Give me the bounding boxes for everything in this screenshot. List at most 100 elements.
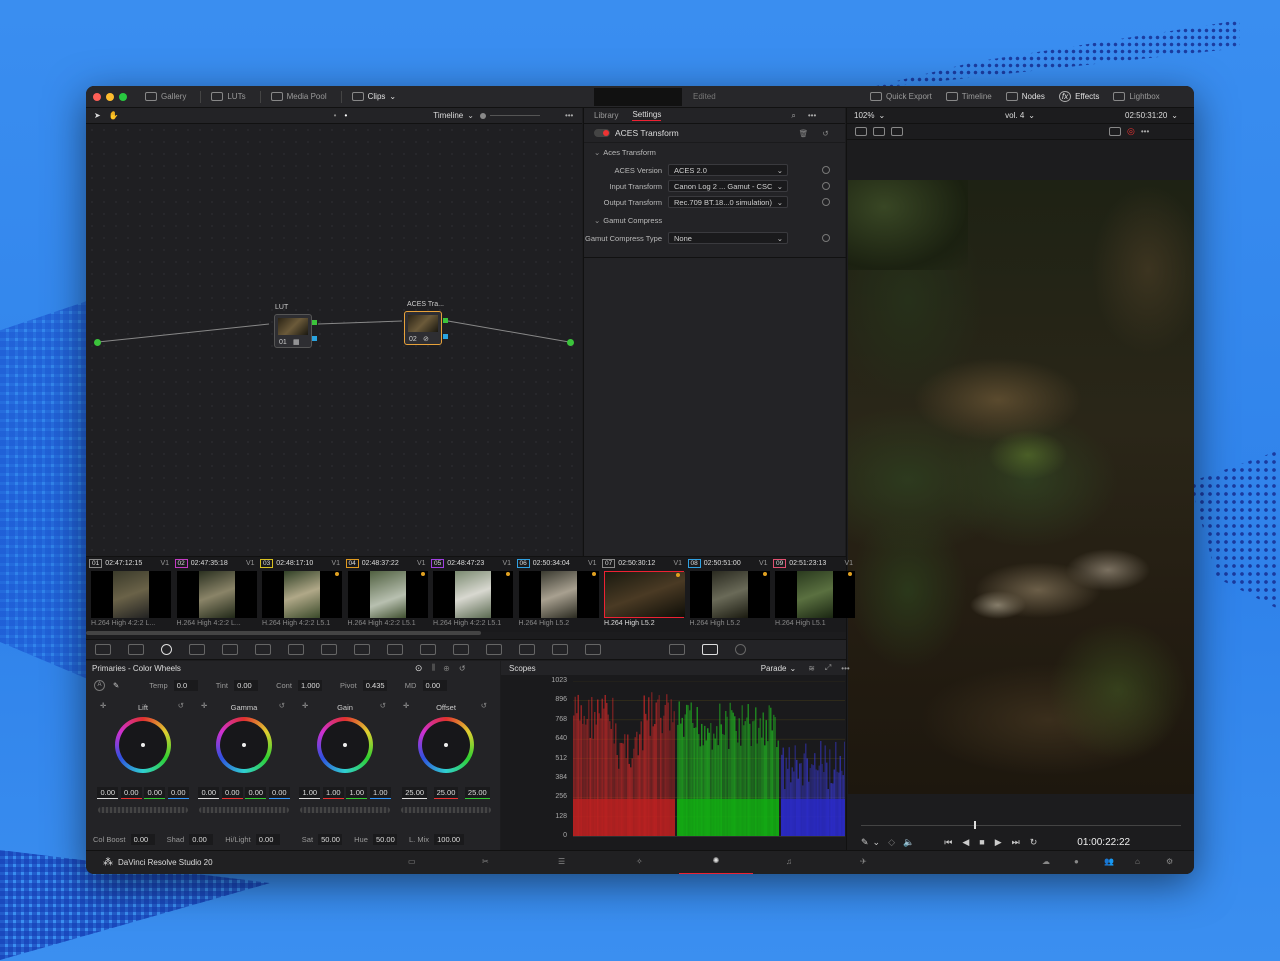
tab-settings[interactable]: Settings — [632, 110, 662, 121]
blur-icon[interactable] — [485, 644, 502, 655]
color-warper-icon[interactable] — [320, 644, 337, 655]
wheels-mode-icon[interactable]: ⊙ — [415, 663, 423, 674]
audio-icon[interactable]: 🔈 — [903, 837, 914, 848]
clip-thumbnail[interactable]: 01 02:47:12:15 V1 H.264 High 4:2:2 L... — [89, 557, 173, 633]
zoom-slider[interactable] — [489, 115, 540, 116]
color-wheel[interactable] — [317, 717, 373, 773]
settings-icon[interactable]: ⚙ — [1166, 857, 1173, 866]
play-icon[interactable]: ▶ — [995, 837, 1002, 848]
scope-mode-select[interactable]: Parade — [761, 664, 787, 673]
color-match-icon[interactable] — [127, 644, 144, 655]
param-temp[interactable]: Temp 0.0 — [149, 679, 198, 691]
split-screen-icon[interactable] — [873, 127, 885, 136]
maximize-button[interactable] — [119, 92, 127, 101]
reset-icon[interactable]: ↺ — [459, 664, 466, 673]
clip-name[interactable]: vol. 4 — [1005, 111, 1024, 120]
wheel-value[interactable]: 0.00 — [268, 787, 290, 799]
wheel-value[interactable]: 1.00 — [346, 787, 368, 799]
output-transform-select[interactable]: Rec.709 BT.18...0 simulation) ⌄ — [668, 196, 788, 208]
auto-balance-icon[interactable]: A — [94, 679, 105, 691]
lightbox-button[interactable]: Lightbox — [1113, 92, 1160, 101]
viewer-timecode[interactable]: 02:50:31:20 — [1125, 111, 1167, 120]
window-icon[interactable] — [386, 644, 403, 655]
more-options-icon[interactable]: ••• — [808, 111, 816, 120]
tab-library[interactable]: Library — [594, 111, 618, 120]
node-aces-transform[interactable]: 02 ⊘ — [404, 311, 442, 345]
quick-export-button[interactable]: Quick Export — [870, 92, 932, 101]
tracker-icon[interactable] — [419, 644, 436, 655]
skip-forward-icon[interactable]: ⏭ — [1012, 837, 1020, 848]
master-wheel-jog[interactable] — [199, 807, 289, 813]
input-transform-select[interactable]: Canon Log 2 ... Gamut - CSC ⌄ — [668, 180, 788, 192]
chat-icon[interactable]: ● — [1074, 857, 1079, 866]
param-sat[interactable]: Sat 50.00 — [302, 833, 343, 845]
reset-icon[interactable]: ↺ — [279, 701, 285, 710]
color-wheel[interactable] — [115, 717, 171, 773]
reset-icon[interactable] — [822, 198, 830, 206]
motion-effects-icon[interactable] — [254, 644, 271, 655]
color-wheel[interactable] — [418, 717, 474, 773]
chevron-down-icon[interactable]: ⌄ — [594, 216, 600, 225]
deliver-page-icon[interactable]: ✈ — [860, 857, 867, 866]
alpha-output-port[interactable] — [312, 336, 317, 341]
clip-thumbnail[interactable]: 07 02:50:30:12 V1 H.264 High L5.2 — [602, 557, 686, 633]
display-options-icon[interactable] — [1109, 127, 1121, 136]
scope-settings-icon[interactable]: ≋ — [808, 664, 815, 673]
media-page-icon[interactable]: ▭ — [408, 857, 416, 866]
wheel-value[interactable]: 0.00 — [245, 787, 267, 799]
stop-icon[interactable]: ■ — [979, 837, 984, 847]
effects-button[interactable]: fx Effects — [1058, 91, 1099, 102]
clip-thumbnail[interactable]: 05 02:48:47:23 V1 H.264 High 4:2:2 L5.1 — [431, 557, 515, 633]
clip-thumbnail[interactable]: 08 02:50:51:00 V1 H.264 High L5.2 — [687, 557, 772, 633]
scopes-icon[interactable] — [702, 644, 718, 655]
clips-button[interactable]: Clips ⌄ — [351, 92, 396, 101]
rgb-mixer-icon[interactable] — [221, 644, 238, 655]
strip-scrollbar[interactable] — [86, 631, 481, 635]
gallery-button[interactable]: Gallery — [145, 92, 186, 101]
more-options-icon[interactable]: ••• — [841, 664, 849, 673]
param-md[interactable]: MD 0.00 — [405, 679, 447, 691]
cloud-icon[interactable]: ☁ — [1042, 857, 1050, 866]
loop-icon[interactable]: ↻ — [1030, 837, 1038, 848]
qualifier-icon[interactable] — [353, 644, 370, 655]
hdr-icon[interactable] — [188, 644, 205, 655]
master-wheel-jog[interactable] — [401, 807, 491, 813]
param-hue[interactable]: Hue 50.00 — [354, 833, 397, 845]
reset-icon[interactable] — [822, 166, 830, 174]
fairlight-page-icon[interactable]: ♫ — [786, 857, 792, 866]
wheel-value[interactable]: 0.00 — [167, 787, 189, 799]
wheel-value[interactable]: 0.00 — [97, 787, 119, 799]
node-graph[interactable]: LUT 01 ▦ ACES Tra... 02 ⊘ — [86, 124, 582, 556]
wheel-value[interactable]: 25.00 — [402, 787, 428, 799]
reset-icon[interactable] — [822, 182, 830, 190]
param-pivot[interactable]: Pivot 0.435 — [340, 679, 387, 691]
wipe-icon[interactable] — [891, 127, 903, 136]
wheel-value[interactable]: 1.00 — [369, 787, 391, 799]
param-l-mix[interactable]: L. Mix 100.00 — [409, 833, 465, 845]
rgb-output-port[interactable] — [312, 320, 317, 325]
chevron-down-icon[interactable]: ⌄ — [594, 148, 600, 157]
wheel-value[interactable]: 25.00 — [433, 787, 459, 799]
stereo-icon[interactable] — [669, 644, 685, 655]
wheel-value[interactable]: 0.00 — [198, 787, 220, 799]
play-reverse-icon[interactable]: ◀ — [962, 837, 969, 848]
clip-thumbnail[interactable]: 02 02:47:35:18 V1 H.264 High 4:2:2 L... — [174, 557, 259, 633]
more-options-icon[interactable]: ••• — [565, 111, 573, 120]
color-wheels-icon[interactable] — [160, 644, 172, 655]
wheel-value[interactable]: 0.00 — [144, 787, 166, 799]
viewer-mode-icon[interactable] — [855, 127, 867, 136]
aces-version-select[interactable]: ACES 2.0 ⌄ — [668, 164, 788, 176]
reset-icon[interactable]: ↺ — [822, 129, 828, 138]
expand-icon[interactable]: ⤢ — [825, 663, 831, 673]
close-button[interactable] — [93, 92, 101, 101]
node-lut[interactable]: 01 ▦ — [274, 314, 312, 348]
slider-handle[interactable] — [479, 112, 486, 119]
playhead[interactable] — [974, 821, 976, 829]
reset-icon[interactable]: ↺ — [380, 701, 386, 710]
node-timeline-selector[interactable]: Timeline — [433, 111, 463, 120]
output-port[interactable] — [567, 339, 574, 346]
param-cont[interactable]: Cont 1.000 — [276, 679, 322, 691]
search-icon[interactable]: ⌕ — [791, 111, 795, 121]
wheel-value[interactable]: 1.00 — [322, 787, 344, 799]
color-wheel[interactable] — [216, 717, 272, 773]
